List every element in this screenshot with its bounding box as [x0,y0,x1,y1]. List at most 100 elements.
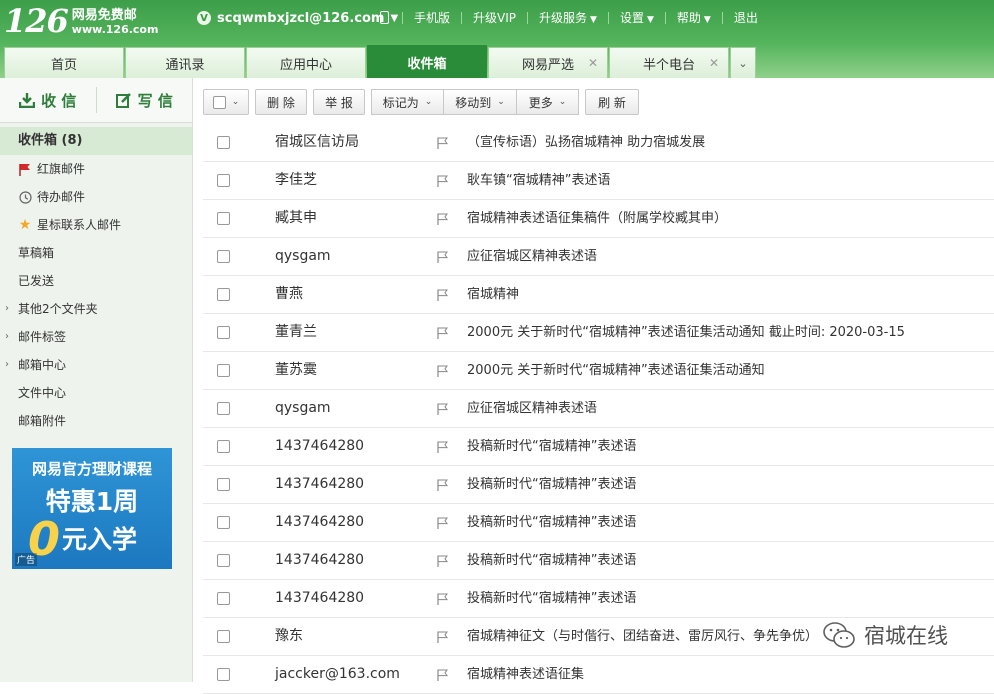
folder-star-contacts[interactable]: ★ 星标联系人邮件 [0,211,192,239]
folder-drafts[interactable]: 草稿箱 [0,239,192,267]
mail-row[interactable]: 宿城区信访局 （宣传标语）弘扬宿城精神 助力宿城发展 [203,124,994,162]
nav-mobile[interactable]: 手机版 [414,9,450,26]
refresh-button[interactable]: 刷 新 [585,89,639,115]
folder-red-flag[interactable]: 红旗邮件 [0,155,192,183]
mail-checkbox[interactable] [217,592,230,605]
account-menu[interactable]: V scqwmbxjzcl@126.com ▼ [197,9,398,27]
mail-subject: 投稿新时代“宿城精神”表述语 [467,439,637,454]
mail-checkbox[interactable] [217,364,230,377]
folder-tags[interactable]: › 邮件标签 [0,323,192,351]
mail-row[interactable]: 董青兰 2000元 关于新时代“宿城精神”表述语征集活动通知 截止时间: 202… [203,314,994,352]
mail-row[interactable]: qysgam 应征宿城区精神表述语 [203,238,994,276]
mail-checkbox[interactable] [217,630,230,643]
account-email: scqwmbxjzcl@126.com [217,10,385,26]
more-dropdown[interactable]: 更多 ⌄ [517,89,579,115]
mail-checkbox[interactable] [217,516,230,529]
mail-row[interactable]: 曹燕 宿城精神 [203,276,994,314]
move-to-dropdown[interactable]: 移动到 ⌄ [444,89,517,115]
tab-contacts[interactable]: 通讯录 [125,47,245,78]
mail-checkbox[interactable] [217,250,230,263]
nav-upgrade-service[interactable]: 升级服务 ▼ [539,9,597,26]
mail-checkbox[interactable] [217,174,230,187]
folder-mail-center[interactable]: › 邮箱中心 [0,351,192,379]
chevron-right-icon[interactable]: › [5,351,9,379]
mail-subject: 投稿新时代“宿城精神”表述语 [467,553,637,568]
mail-row[interactable]: qysgam 应征宿城区精神表述语 [203,390,994,428]
flag-icon[interactable] [437,365,448,377]
select-all-dropdown[interactable]: ⌄ [203,89,249,115]
brand-logo[interactable]: 126 网易免费邮 www.126.com [4,2,158,40]
mail-checkbox[interactable] [217,326,230,339]
flag-icon[interactable] [437,593,448,605]
folder-todo[interactable]: 待办邮件 [0,183,192,211]
nav-help[interactable]: 帮助 ▼ [677,9,711,26]
mail-checkbox[interactable] [217,440,230,453]
select-all-checkbox[interactable] [212,95,226,109]
mail-checkbox[interactable] [217,478,230,491]
receive-mail-button[interactable]: 收 信 [0,90,96,111]
mail-row[interactable]: 李佳芝 耿车镇“宿城精神”表述语 [203,162,994,200]
sidebar: 收 信 写 信 收件箱 (8) 红旗邮件 待办邮件 ★ 星标联系人邮件 草稿箱 … [0,78,193,682]
mail-sender: 1437464280 [275,552,365,568]
flag-icon[interactable] [437,517,448,529]
mail-row[interactable]: 1437464280 投稿新时代“宿城精神”表述语 [203,542,994,580]
mail-row[interactable]: 1437464280 投稿新时代“宿城精神”表述语 [203,428,994,466]
flag-icon[interactable] [437,137,448,149]
nav-settings[interactable]: 设置 ▼ [620,9,654,26]
mail-row[interactable]: 董苏霙 2000元 关于新时代“宿城精神”表述语征集活动通知 [203,352,994,390]
close-icon[interactable]: ✕ [588,56,598,70]
tab-inbox[interactable]: 收件箱 [367,45,487,78]
mail-row[interactable]: 1437464280 投稿新时代“宿城精神”表述语 [203,580,994,618]
chevron-down-icon: ⌄ [424,97,433,107]
folder-sent[interactable]: 已发送 [0,267,192,295]
folder-list: 收件箱 (8) 红旗邮件 待办邮件 ★ 星标联系人邮件 草稿箱 已发送 › 其他2… [0,127,192,435]
ad-line1: 网易官方理财课程 [31,460,152,478]
flag-icon[interactable] [437,441,448,453]
mail-checkbox[interactable] [217,402,230,415]
tab-radio[interactable]: 半个电台 ✕ [609,47,729,78]
mail-row[interactable]: 臧其申 宿城精神表述语征集稿件（附属学校臧其申） [203,200,994,238]
report-button[interactable]: 举 报 [313,89,365,115]
mail-sender: 董青兰 [275,324,317,340]
flag-icon[interactable] [437,479,448,491]
edit-icon [115,93,131,108]
nav-upgrade-vip[interactable]: 升级VIP [473,9,516,26]
download-tray-icon [19,93,36,108]
folder-others[interactable]: › 其他2个文件夹 [0,295,192,323]
flag-icon[interactable] [437,327,448,339]
mail-sender: 1437464280 [275,514,365,530]
phone-icon[interactable] [380,11,389,24]
flag-icon[interactable] [437,631,448,643]
folder-attachments[interactable]: 邮箱附件 [0,407,192,435]
tab-yanxuan[interactable]: 网易严选 ✕ [488,47,608,78]
folder-file-center[interactable]: 文件中心 [0,379,192,407]
action-group: 标记为 ⌄ 移动到 ⌄ 更多 ⌄ [371,89,579,115]
mail-checkbox[interactable] [217,554,230,567]
delete-button[interactable]: 删 除 [255,89,307,115]
tab-home[interactable]: 首页 [4,47,124,78]
mail-checkbox[interactable] [217,212,230,225]
close-icon[interactable]: ✕ [709,56,719,70]
tab-app-center[interactable]: 应用中心 [246,47,366,78]
nav-logout[interactable]: 退出 [734,9,758,26]
chevron-right-icon[interactable]: › [5,323,9,351]
mark-as-dropdown[interactable]: 标记为 ⌄ [371,89,444,115]
mail-checkbox[interactable] [217,136,230,149]
mail-checkbox[interactable] [217,668,230,681]
mail-row[interactable]: 1437464280 投稿新时代“宿城精神”表述语 [203,466,994,504]
mail-checkbox[interactable] [217,288,230,301]
tab-more-button[interactable]: ⌄ [730,47,756,78]
write-mail-button[interactable]: 写 信 [97,90,193,111]
chevron-right-icon[interactable]: › [5,295,9,323]
flag-icon[interactable] [437,669,448,681]
mail-row[interactable]: jaccker@163.com 宿城精神表述语征集 [203,656,994,694]
folder-inbox[interactable]: 收件箱 (8) [0,127,192,155]
flag-icon[interactable] [437,289,448,301]
ad-banner[interactable]: 网易官方理财课程 特惠1周 0 元入学 广告 [12,448,172,569]
mail-row[interactable]: 1437464280 投稿新时代“宿城精神”表述语 [203,504,994,542]
flag-icon[interactable] [437,213,448,225]
flag-icon[interactable] [437,555,448,567]
flag-icon[interactable] [437,175,448,187]
flag-icon[interactable] [437,251,448,263]
flag-icon[interactable] [437,403,448,415]
